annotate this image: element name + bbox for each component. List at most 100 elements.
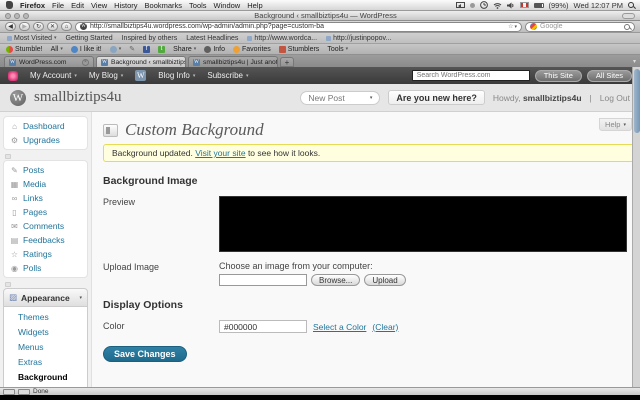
sidebar-item-posts[interactable]: ✎ Posts (4, 163, 87, 177)
like-button[interactable]: I like it! (70, 45, 102, 53)
menu-edit[interactable]: Edit (71, 1, 84, 10)
tab-title[interactable]: Background ‹ smallbiztips4u — ... (111, 59, 185, 66)
like-label[interactable]: I like it! (80, 46, 102, 53)
all-label[interactable]: All (51, 46, 59, 53)
menu-view[interactable]: View (91, 1, 107, 10)
new-tab-button[interactable]: + (280, 57, 294, 67)
sidebar-item-label[interactable]: Comments (23, 221, 64, 231)
file-upload-input[interactable] (219, 274, 307, 286)
facebook-share-button[interactable]: f (143, 45, 151, 53)
blog-info-menu[interactable]: Blog Info ▾ (158, 71, 195, 80)
bookmark-star-icon[interactable]: ☆ (508, 23, 513, 30)
volume-icon[interactable] (506, 2, 515, 9)
twitter-share-button[interactable]: t (158, 45, 166, 53)
wpcom-search-input[interactable] (411, 70, 530, 81)
google-icon[interactable] (530, 23, 537, 30)
wordpress-com-logo-icon[interactable] (8, 70, 18, 81)
sidebar-item-label[interactable]: Ratings (23, 249, 52, 259)
statusbar-widget-icon[interactable] (3, 388, 15, 395)
share-menu[interactable]: Share ▾ (173, 46, 196, 53)
sidebar-item-extras[interactable]: Extras (4, 354, 87, 369)
subscribe-menu[interactable]: Subscribe ▾ (207, 71, 248, 80)
sidebar-item-label[interactable]: Polls (23, 263, 41, 273)
bookmark-getting-started[interactable]: Getting Started (66, 35, 113, 42)
color-value-input[interactable] (219, 320, 307, 333)
clear-color-link[interactable]: (Clear) (372, 322, 398, 332)
sidebar-item-media[interactable]: ▦ Media (4, 177, 87, 191)
save-changes-button[interactable]: Save Changes (103, 346, 187, 362)
sidebar-item-menus[interactable]: Menus (4, 339, 87, 354)
bluetooth-icon[interactable] (469, 2, 475, 8)
sidebar-item-upgrades[interactable]: ⚙ Upgrades (4, 133, 87, 147)
sidebar-item-background[interactable]: Background (4, 369, 87, 384)
sidebar-item-widgets[interactable]: Widgets (4, 324, 87, 339)
stumblers-label[interactable]: Stumblers (288, 46, 320, 53)
tools-menu[interactable]: Tools ▾ (327, 46, 348, 53)
all-sites-button[interactable]: All Sites (586, 69, 632, 82)
bookmark-inspired-by-others[interactable]: Inspired by others (122, 35, 178, 42)
sidebar-item-comments[interactable]: ✉ Comments (4, 219, 87, 233)
bookmark-label[interactable]: Getting Started (66, 35, 113, 42)
bookmark-label[interactable]: http://www.wordca... (254, 35, 317, 42)
sidebar-item-appearance[interactable]: ▨ Appearance ▾ (3, 288, 88, 307)
display-icon[interactable] (455, 1, 465, 9)
stop-button[interactable]: ✕ (47, 22, 58, 31)
my-account-menu[interactable]: My Account ▾ (30, 71, 77, 80)
home-button[interactable]: ⌂ (61, 22, 72, 31)
close-tab-icon[interactable]: × (82, 58, 89, 66)
tab-title[interactable]: smallbiztips4u | Just another W... (203, 59, 277, 66)
blog-logo-icon[interactable]: W (10, 89, 26, 106)
appearance-label[interactable]: Appearance (21, 293, 70, 303)
my-account-label[interactable]: My Account (30, 71, 71, 80)
tools-label[interactable]: Tools (327, 46, 343, 53)
bookmark-wordca[interactable]: http://www.wordca... (247, 35, 317, 42)
bookmark-label[interactable]: http://justinpopov... (333, 35, 391, 42)
menu-tools[interactable]: Tools (189, 1, 207, 10)
tab-wordpress-com[interactable]: W WordPress.com × (4, 56, 94, 67)
are-you-new-here-button[interactable]: Are you new here? (388, 90, 485, 105)
review-button[interactable]: ✎ (129, 45, 135, 53)
wifi-icon[interactable] (493, 2, 502, 9)
bookmark-latest-headlines[interactable]: Latest Headlines (186, 35, 238, 42)
url-text[interactable]: http://smallbiztips4u.wordpress.com/wp-a… (90, 23, 324, 30)
visit-your-site-link[interactable]: Visit your site (195, 148, 245, 158)
sidebar-item-themes[interactable]: Themes (4, 309, 87, 324)
apple-icon[interactable] (6, 1, 13, 9)
sidebar-item-label[interactable]: Dashboard (23, 121, 65, 131)
sidebar-item-label[interactable]: Links (23, 193, 43, 203)
bookmark-label[interactable]: Inspired by others (122, 35, 178, 42)
stumble-all-menu[interactable]: All ▾ (51, 46, 63, 53)
scrollbar-thumb[interactable] (634, 69, 640, 133)
spotlight-icon[interactable] (628, 2, 634, 8)
blog-name[interactable]: smallbiztips4u (34, 89, 122, 106)
blog-info-label[interactable]: Blog Info (158, 71, 190, 80)
sidebar-item-feedbacks[interactable]: ▤ Feedbacks (4, 233, 87, 247)
sidebar-item-label[interactable]: Media (23, 179, 46, 189)
menu-file[interactable]: File (52, 1, 64, 10)
url-dropdown-icon[interactable]: ▾ (514, 24, 517, 30)
sidebar-item-polls[interactable]: ◉ Polls (4, 261, 87, 275)
sidebar-item-label[interactable]: Posts (23, 165, 44, 175)
username-link[interactable]: smallbiztips4u (523, 93, 582, 103)
menu-clock[interactable]: Wed 12:07 PM (574, 1, 623, 10)
web-search-box[interactable]: Google (525, 21, 635, 32)
stumble-label[interactable]: Stumble! (15, 46, 43, 53)
new-post-dropdown[interactable]: New Post ▾ (300, 90, 381, 105)
sidebar-item-label[interactable]: Feedbacks (23, 235, 65, 245)
back-button[interactable]: ◀ (5, 22, 16, 31)
sidebar-item-pages[interactable]: ▯ Pages (4, 205, 87, 219)
sidebar-item-label[interactable]: Pages (23, 207, 47, 217)
sidebar-item-label[interactable]: Upgrades (23, 135, 60, 145)
dislike-menu[interactable]: ▾ (109, 45, 121, 53)
url-bar[interactable]: W http://smallbiztips4u.wordpress.com/wp… (75, 21, 522, 32)
clock-icon[interactable] (479, 1, 488, 9)
menu-history[interactable]: History (114, 1, 137, 10)
sidebar-item-ratings[interactable]: ☆ Ratings (4, 247, 87, 261)
search-magnifier-icon[interactable] (624, 23, 630, 30)
info-label[interactable]: Info (213, 46, 225, 53)
bookmark-most-visited[interactable]: Most Visited ▾ (7, 35, 57, 42)
my-blog-label[interactable]: My Blog (89, 71, 118, 80)
toolbar-toggle-button[interactable] (622, 12, 635, 19)
page-scrollbar[interactable] (632, 67, 640, 387)
menu-window[interactable]: Window (214, 1, 241, 10)
